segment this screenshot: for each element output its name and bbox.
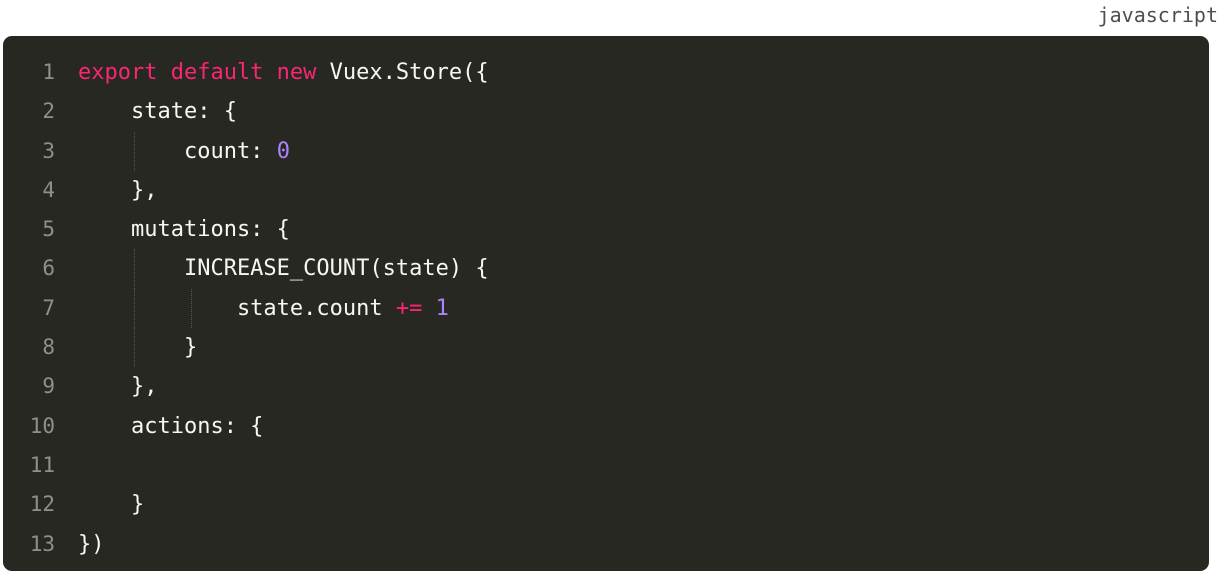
line-code: }, [78, 367, 158, 406]
line-code: } [78, 485, 144, 524]
code-token: count: [78, 138, 277, 164]
code-token: }, [78, 374, 158, 400]
line-number: 1 [42, 60, 55, 84]
code-line: 4 }, [3, 171, 1209, 210]
line-code: } [78, 328, 197, 367]
code-token: state: { [78, 99, 237, 125]
line-code: }) [78, 525, 105, 564]
line-code: actions: { [78, 407, 263, 446]
line-number: 12 [29, 492, 55, 517]
code-line: 8 } [3, 328, 1209, 368]
code-token: Vuex.Store({ [316, 60, 489, 85]
line-code: state: { [78, 92, 237, 131]
line-code: INCREASE_COUNT(state) { [78, 249, 489, 288]
code-line: 12 } [3, 485, 1209, 524]
line-number: 13 [29, 531, 55, 556]
line-code: count: 0 [78, 132, 290, 171]
code-token: actions: { [78, 413, 264, 439]
line-code: export default new Vuex.Store({ [78, 53, 489, 92]
line-number: 8 [42, 335, 55, 360]
line-number: 3 [42, 138, 55, 163]
line-number: 2 [42, 99, 55, 124]
language-label: javascript [1097, 3, 1218, 27]
code-token: }) [78, 531, 105, 557]
code-token: INCREASE_COUNT(state) { [78, 256, 489, 282]
line-number: 7 [42, 295, 55, 320]
line-number: 6 [42, 256, 55, 281]
code-token: 0 [276, 138, 290, 164]
line-number: 5 [42, 217, 55, 242]
code-token: 1 [435, 295, 449, 321]
code-token: state.count [78, 295, 396, 321]
code-line: 11 [3, 446, 1209, 485]
code-line: 7 state.count += 1 [3, 288, 1209, 329]
code-line: 10 actions: { [3, 407, 1209, 446]
line-number: 4 [42, 177, 55, 202]
code-token: }, [78, 177, 158, 203]
line-code: state.count += 1 [78, 289, 449, 328]
line-code: mutations: { [78, 210, 290, 249]
code-line: 13}) [3, 525, 1209, 564]
code-line: 2 state: { [3, 92, 1209, 131]
line-number: 9 [42, 374, 55, 399]
code-lines: 1 export default new Vuex.Store({2 state:… [3, 53, 1209, 564]
line-number: 10 [29, 413, 55, 438]
code-line: 1 export default new Vuex.Store({ [3, 53, 1209, 92]
code-line: 6 INCREASE_COUNT(state) { [3, 249, 1209, 289]
code-token: } [78, 492, 145, 518]
code-token: } [78, 335, 198, 361]
code-line: 3 count: 0 [3, 131, 1209, 171]
code-block[interactable]: 1 export default new Vuex.Store({2 state:… [3, 36, 1209, 571]
code-line: 5 mutations: { [3, 210, 1209, 249]
code-token: export default new [78, 60, 317, 85]
code-line: 9 }, [3, 367, 1209, 406]
line-code: }, [78, 171, 158, 210]
line-number: 11 [29, 452, 55, 477]
code-token: mutations: { [78, 217, 290, 243]
code-token: += [395, 295, 423, 321]
